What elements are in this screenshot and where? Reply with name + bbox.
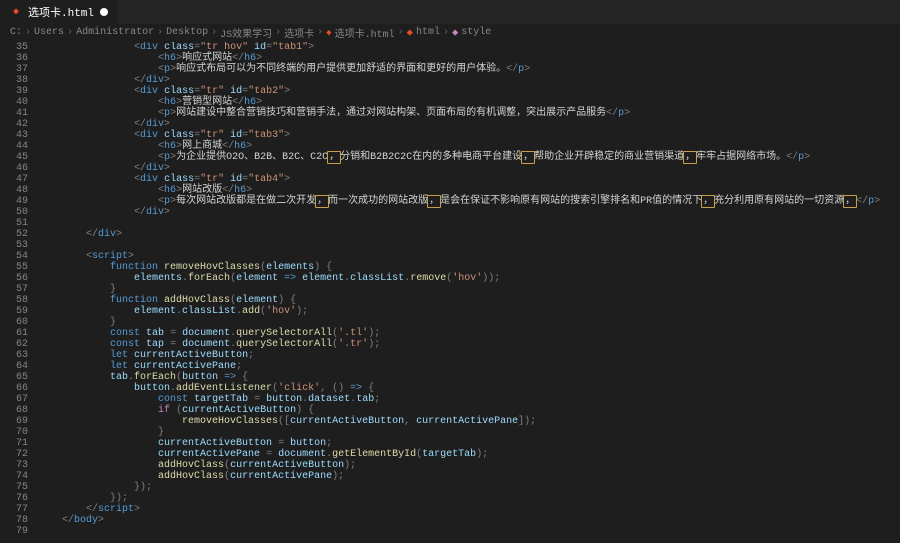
chevron-right-icon: ›: [157, 27, 163, 38]
breadcrumb-file[interactable]: ◆选项卡.html: [326, 25, 394, 41]
breadcrumb-segment[interactable]: 选项卡: [284, 25, 314, 41]
breadcrumb-segment[interactable]: Desktop: [166, 27, 208, 38]
chevron-right-icon: ›: [398, 27, 404, 38]
editor[interactable]: 3536373839404142434445464748495051525354…: [0, 42, 900, 543]
chevron-right-icon: ›: [443, 27, 449, 38]
chevron-right-icon: ›: [211, 27, 217, 38]
tag-icon: ⬥: [452, 28, 458, 38]
html-file-icon: ◆: [10, 6, 22, 18]
breadcrumb-segment[interactable]: JS效果学习: [220, 25, 272, 41]
breadcrumb[interactable]: C:› Users› Administrator› Desktop› JS效果学…: [0, 24, 900, 42]
breadcrumb-segment[interactable]: Users: [34, 27, 64, 38]
dirty-indicator-icon: [100, 8, 108, 16]
chevron-right-icon: ›: [25, 27, 31, 38]
html-file-icon: ◆: [326, 28, 331, 38]
tag-icon: ⬥: [407, 28, 413, 38]
breadcrumb-symbol[interactable]: ⬥html: [407, 27, 440, 38]
code-area[interactable]: <div class="tr hov" id="tab1"> <h6>响应式网站…: [38, 42, 900, 543]
breadcrumb-symbol[interactable]: ⬥style: [452, 27, 491, 38]
chevron-right-icon: ›: [317, 27, 323, 38]
tab-filename: 选项卡.html: [28, 4, 94, 20]
tab-bar: ◆ 选项卡.html: [0, 0, 900, 24]
editor-tab[interactable]: ◆ 选项卡.html: [0, 0, 119, 24]
chevron-right-icon: ›: [67, 27, 73, 38]
breadcrumb-segment[interactable]: Administrator: [76, 27, 154, 38]
breadcrumb-segment[interactable]: C:: [10, 27, 22, 38]
line-number-gutter: 3536373839404142434445464748495051525354…: [0, 42, 38, 543]
chevron-right-icon: ›: [275, 27, 281, 38]
